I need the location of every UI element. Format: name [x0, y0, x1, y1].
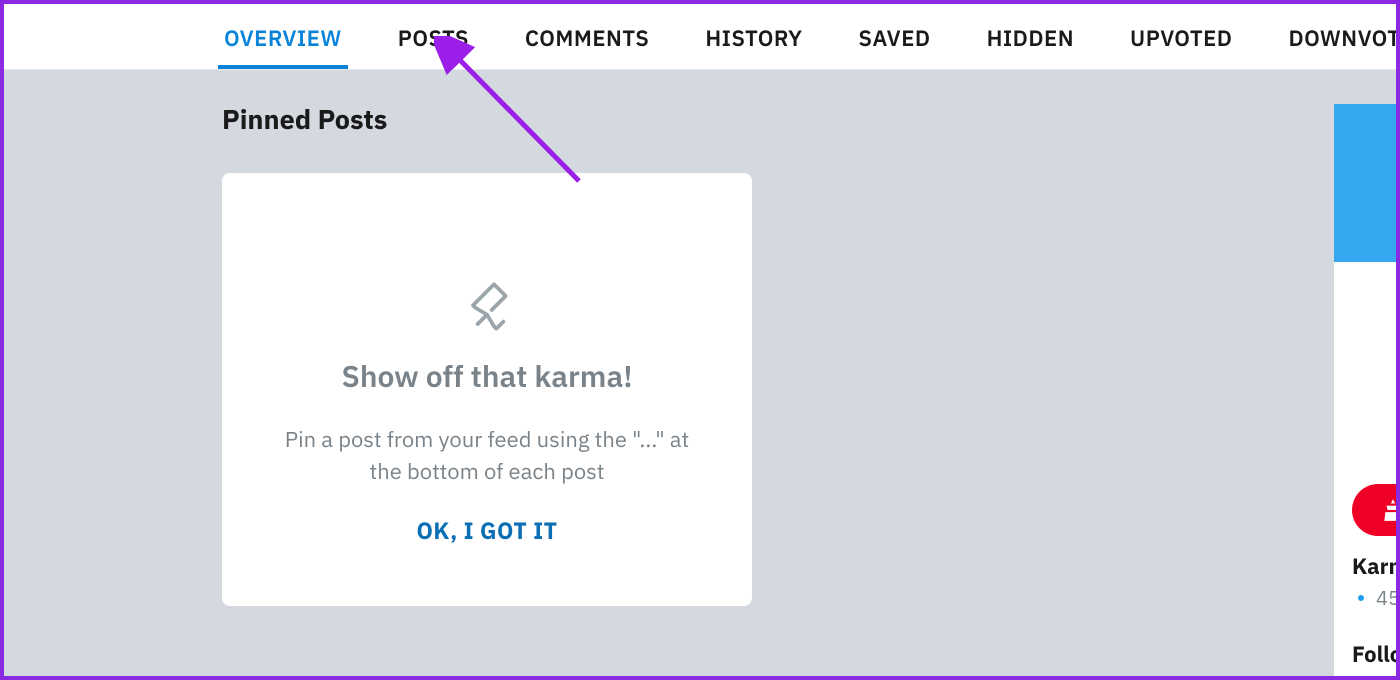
karma-value: 45	[1352, 584, 1400, 611]
karma-icon	[1352, 589, 1370, 607]
app-frame: OVERVIEW POSTS COMMENTS HISTORY SAVED HI…	[0, 0, 1400, 680]
karma-label: Karma	[1352, 552, 1400, 581]
tab-saved[interactable]: SAVED	[853, 6, 937, 67]
tab-comments[interactable]: COMMENTS	[519, 6, 655, 67]
karma-count: 45	[1376, 584, 1400, 611]
tab-history[interactable]: HISTORY	[699, 6, 808, 67]
profile-tabs: OVERVIEW POSTS COMMENTS HISTORY SAVED HI…	[4, 4, 1396, 70]
followers-label: Followers	[1352, 640, 1400, 669]
style-avatar-button[interactable]	[1352, 484, 1400, 536]
tab-posts[interactable]: POSTS	[392, 6, 475, 67]
sidebar-banner	[1334, 104, 1400, 262]
empty-title: Show off that karma!	[252, 357, 722, 396]
content-area: Pinned Posts Show off that karma! Pin a …	[4, 70, 1396, 606]
tab-overview[interactable]: OVERVIEW	[218, 6, 348, 67]
profile-sidebar: Karma 45 Followers	[1334, 104, 1400, 680]
tab-upvoted[interactable]: UPVOTED	[1124, 6, 1238, 67]
tab-downvoted[interactable]: DOWNVOTED	[1282, 6, 1400, 67]
tab-hidden[interactable]: HIDDEN	[981, 6, 1080, 67]
pinned-empty-card: Show off that karma! Pin a post from you…	[222, 173, 752, 606]
pinned-posts-heading: Pinned Posts	[222, 102, 1396, 137]
pin-icon	[252, 275, 722, 331]
ok-got-it-button[interactable]: OK, I GOT IT	[416, 516, 557, 546]
empty-desc: Pin a post from your feed using the "...…	[252, 424, 722, 488]
